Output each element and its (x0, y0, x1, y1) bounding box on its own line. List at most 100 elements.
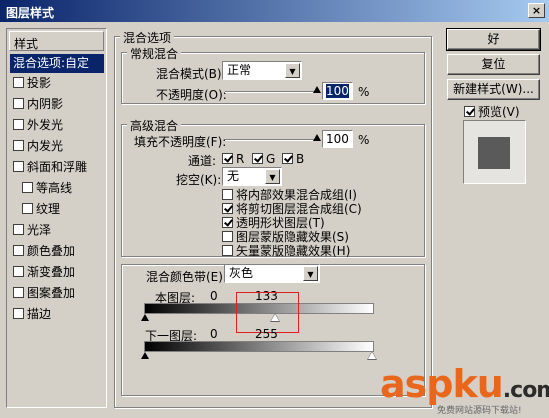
style-item-label: 外发光 (27, 118, 64, 132)
this-layer-low-thumb[interactable] (141, 314, 149, 321)
fill-opacity-slider-track[interactable] (225, 139, 317, 141)
style-item-blending-options[interactable]: 混合选项:自定 (10, 54, 104, 73)
checkbox[interactable] (13, 77, 24, 88)
checkbox[interactable] (13, 245, 24, 256)
chevron-down-icon: ▼ (303, 266, 318, 281)
window-title: 图层样式 (6, 6, 55, 20)
checkbox[interactable] (13, 224, 24, 235)
checkbox[interactable] (13, 308, 24, 319)
style-item-satin[interactable]: 光泽 (10, 221, 104, 240)
checkbox[interactable] (222, 189, 233, 200)
styles-header: 样式 (9, 31, 104, 51)
underlying-low-thumb[interactable] (141, 352, 149, 359)
underlying-gradient-bar (144, 341, 374, 352)
style-item-inner-shadow[interactable]: 内阴影 (10, 95, 104, 114)
underlying-low-value: 0 (210, 327, 218, 341)
opacity-slider-thumb[interactable] (313, 86, 321, 93)
fill-opacity-value: 100 (326, 132, 349, 146)
fill-opacity-slider-thumb[interactable] (313, 134, 321, 141)
checkbox[interactable] (13, 266, 24, 277)
general-blending-title: 常规混合 (127, 45, 182, 62)
style-item-pattern-overlay[interactable]: 图案叠加 (10, 284, 104, 303)
checkbox[interactable] (13, 287, 24, 298)
checkbox[interactable] (222, 217, 233, 228)
style-item-label: 颜色叠加 (27, 244, 76, 258)
knockout-value: 无 (227, 169, 240, 183)
watermark-text-b: ku (452, 362, 503, 406)
blend-if-select[interactable]: 灰色 ▼ (224, 264, 320, 283)
underlying-high-thumb[interactable] (367, 351, 377, 360)
style-item-label: 内发光 (27, 139, 64, 153)
style-item-color-overlay[interactable]: 颜色叠加 (10, 242, 104, 261)
style-item-bevel-emboss[interactable]: 斜面和浮雕 (10, 158, 104, 177)
reset-button[interactable]: 复位 (447, 54, 540, 75)
channel-b-label: B (296, 152, 305, 166)
option-vector-mask-hides[interactable]: 矢量蒙版隐藏效果(H) (222, 242, 350, 259)
channel-r-label: R (236, 152, 245, 166)
new-style-button[interactable]: 新建样式(W)... (447, 79, 540, 100)
checkbox[interactable] (22, 182, 33, 193)
fill-opacity-input[interactable]: 100 (322, 130, 353, 148)
style-item-drop-shadow[interactable]: 投影 (10, 74, 104, 93)
checkbox[interactable] (13, 161, 24, 172)
this-layer-low-value: 0 (210, 289, 218, 303)
ok-button[interactable]: 好 (446, 28, 541, 51)
advanced-blending-title: 高级混合 (127, 117, 182, 134)
style-item-label: 光泽 (27, 223, 52, 237)
site-watermark-logo: aspku.com (380, 362, 549, 406)
opacity-value: 100 (326, 84, 349, 98)
channel-b[interactable]: B (282, 152, 304, 166)
chevron-down-icon: ▼ (285, 63, 300, 78)
option-label: 矢量蒙版隐藏效果(H) (236, 244, 351, 258)
style-item-label: 渐变叠加 (27, 265, 76, 279)
blend-if-value: 灰色 (229, 266, 254, 280)
checkbox[interactable] (13, 98, 24, 109)
blend-if-label: 混合颜色带(E): (146, 270, 227, 284)
opacity-percent: % (358, 85, 370, 99)
knockout-label: 挖空(K): (176, 173, 222, 187)
watermark-text-a: asp (380, 362, 453, 406)
blend-mode-select[interactable]: 正常 ▼ (222, 61, 302, 80)
checkbox[interactable] (464, 106, 475, 117)
checkbox[interactable] (282, 153, 293, 164)
blend-mode-label: 混合模式(B): (156, 67, 226, 81)
channel-g-label: G (266, 152, 276, 166)
channel-g[interactable]: G (252, 152, 275, 166)
watermark-text-c: .com (502, 378, 549, 403)
checkbox[interactable] (222, 153, 233, 164)
knockout-select[interactable]: 无 ▼ (222, 167, 282, 186)
style-item-label: 混合选项:自定 (13, 56, 90, 70)
fill-opacity-label: 填充不透明度(F): (134, 135, 227, 149)
preview-checkbox[interactable]: 预览(V) (464, 103, 520, 120)
preview-label: 预览(V) (478, 105, 520, 119)
opacity-slider-track[interactable] (225, 91, 317, 93)
style-item-gradient-overlay[interactable]: 渐变叠加 (10, 263, 104, 282)
styles-panel: 样式 混合选项:自定 投影 内阴影 外发光 内发光 斜面和浮雕 等高线 纹理 光… (6, 28, 107, 408)
watermark-subtitle: 免费网站源码下载站! (437, 406, 522, 416)
style-item-stroke[interactable]: 描边 (10, 305, 104, 324)
title-bar: 图层样式 × (0, 0, 549, 22)
fill-opacity-percent: % (358, 133, 370, 147)
checkbox[interactable] (252, 153, 263, 164)
checkbox[interactable] (13, 140, 24, 151)
style-item-outer-glow[interactable]: 外发光 (10, 116, 104, 135)
chevron-down-icon: ▼ (265, 169, 280, 184)
style-preview (463, 120, 526, 184)
opacity-label: 不透明度(O): (156, 88, 227, 102)
checkbox[interactable] (22, 203, 33, 214)
opacity-input[interactable]: 100 (322, 82, 353, 100)
checkbox[interactable] (222, 245, 233, 256)
channel-r[interactable]: R (222, 152, 244, 166)
close-icon[interactable]: × (528, 3, 545, 18)
style-item-contour[interactable]: 等高线 (10, 179, 104, 198)
checkbox[interactable] (222, 203, 233, 214)
checkbox[interactable] (222, 231, 233, 242)
blending-options-title: 混合选项 (120, 29, 175, 46)
underlying-high-value: 255 (255, 327, 278, 341)
style-item-label: 等高线 (36, 181, 73, 195)
channels-label: 通道: (188, 154, 217, 168)
style-item-label: 内阴影 (27, 97, 64, 111)
style-item-texture[interactable]: 纹理 (10, 200, 104, 219)
style-item-inner-glow[interactable]: 内发光 (10, 137, 104, 156)
checkbox[interactable] (13, 119, 24, 130)
